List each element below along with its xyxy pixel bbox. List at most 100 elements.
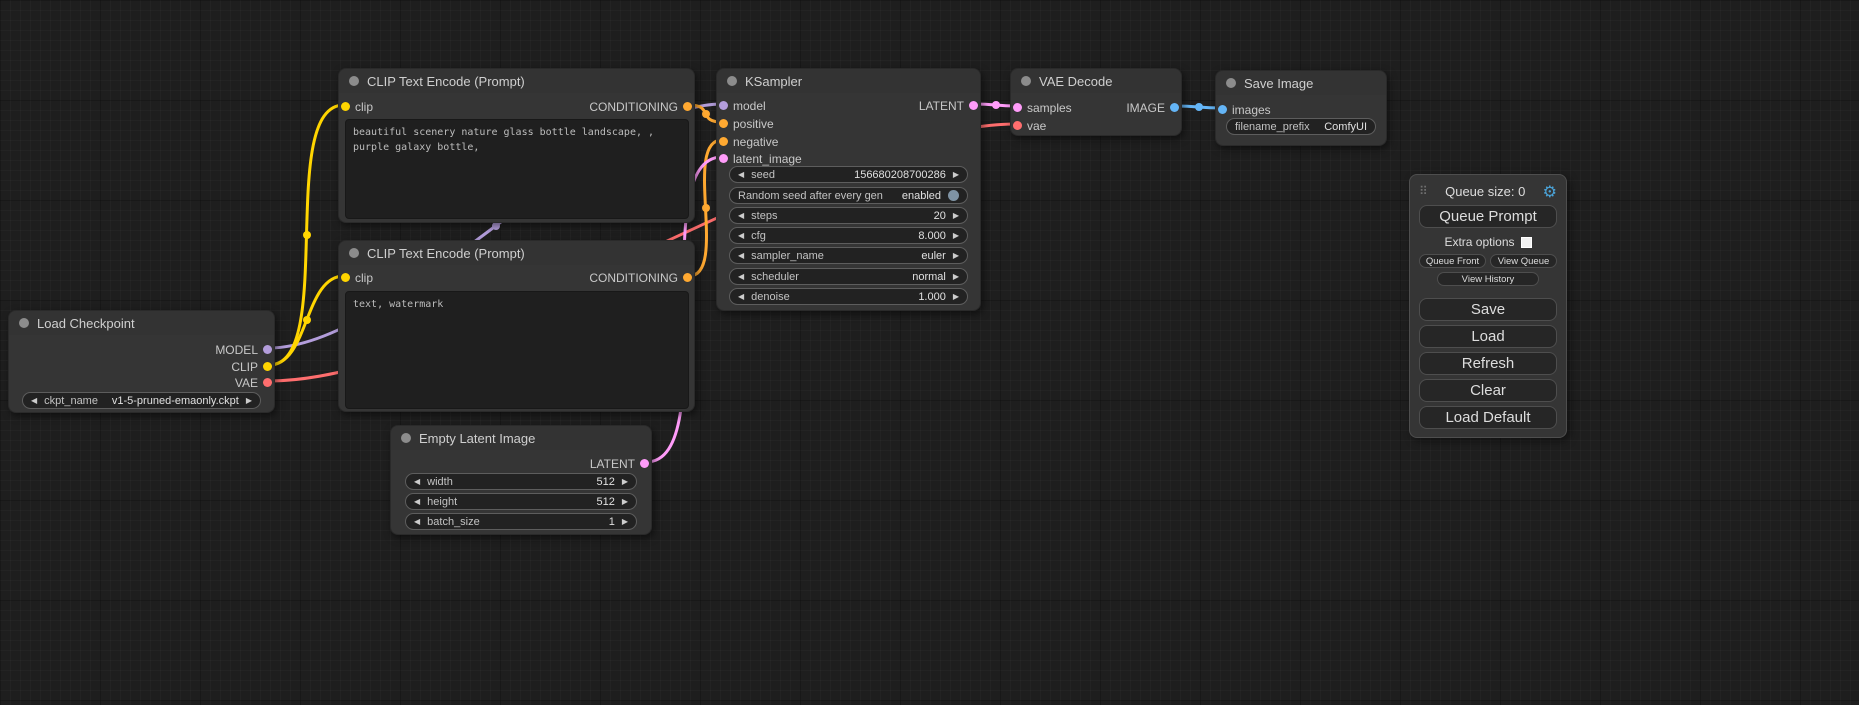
collapse-dot-icon[interactable]	[349, 248, 359, 258]
node-clip-text-encode-positive[interactable]: CLIP Text Encode (Prompt) clip CONDITION…	[338, 68, 695, 223]
node-empty-latent-image[interactable]: Empty Latent Image LATENT ◀ width 512 ▶ …	[390, 425, 652, 535]
input-slot-clip[interactable]: clip	[339, 98, 373, 115]
output-slot-conditioning[interactable]: CONDITIONING	[589, 98, 694, 115]
model-input-dot[interactable]	[719, 101, 728, 110]
node-title-bar[interactable]: Save Image	[1216, 71, 1386, 95]
collapse-dot-icon[interactable]	[727, 76, 737, 86]
input-slot-vae[interactable]: vae	[1011, 117, 1046, 134]
extra-options-checkbox[interactable]	[1521, 237, 1532, 248]
model-output-dot[interactable]	[263, 345, 272, 354]
increment-arrow-icon[interactable]: ▶	[622, 498, 628, 506]
increment-arrow-icon[interactable]: ▶	[622, 478, 628, 486]
node-title-bar[interactable]: KSampler	[717, 69, 980, 93]
decrement-arrow-icon[interactable]: ◀	[738, 252, 744, 260]
vae-input-dot[interactable]	[1013, 121, 1022, 130]
latent-output-dot[interactable]	[969, 101, 978, 110]
input-slot-samples[interactable]: samples	[1011, 99, 1072, 116]
decrement-arrow-icon[interactable]: ◀	[414, 518, 420, 526]
image-output-dot[interactable]	[1170, 103, 1179, 112]
node-title-bar[interactable]: Empty Latent Image	[391, 426, 651, 450]
input-slot-latent-image[interactable]: latent_image	[717, 150, 802, 167]
decrement-arrow-icon[interactable]: ◀	[738, 232, 744, 240]
decrement-arrow-icon[interactable]: ◀	[414, 478, 420, 486]
output-slot-latent[interactable]: LATENT	[590, 455, 651, 472]
view-queue-button[interactable]: View Queue	[1490, 254, 1557, 268]
image-input-dot[interactable]	[1218, 105, 1227, 114]
scheduler-widget[interactable]: ◀ scheduler normal ▶	[729, 268, 968, 285]
output-slot-conditioning[interactable]: CONDITIONING	[589, 269, 694, 286]
node-clip-text-encode-negative[interactable]: CLIP Text Encode (Prompt) clip CONDITION…	[338, 240, 695, 412]
latent-input-dot[interactable]	[719, 154, 728, 163]
collapse-dot-icon[interactable]	[349, 76, 359, 86]
input-slot-model[interactable]: model	[717, 97, 766, 114]
batch-size-widget[interactable]: ◀ batch_size 1 ▶	[405, 513, 637, 530]
node-title-bar[interactable]: CLIP Text Encode (Prompt)	[339, 241, 694, 265]
input-slot-images[interactable]: images	[1216, 101, 1271, 118]
increment-arrow-icon[interactable]: ▶	[953, 212, 959, 220]
node-title-bar[interactable]: VAE Decode	[1011, 69, 1181, 93]
ckpt-name-widget[interactable]: ◀ ckpt_name v1-5-pruned-emaonly.ckpt ▶	[22, 392, 261, 409]
filename-prefix-widget[interactable]: filename_prefix ComfyUI	[1226, 118, 1376, 135]
seed-widget[interactable]: ◀ seed 156680208700286 ▶	[729, 166, 968, 183]
increment-arrow-icon[interactable]: ▶	[953, 293, 959, 301]
width-widget[interactable]: ◀ width 512 ▶	[405, 473, 637, 490]
input-slot-positive[interactable]: positive	[717, 115, 774, 132]
view-history-button[interactable]: View History	[1437, 272, 1539, 286]
output-slot-latent[interactable]: LATENT	[919, 97, 980, 114]
increment-arrow-icon[interactable]: ▶	[953, 273, 959, 281]
node-vae-decode[interactable]: VAE Decode samples IMAGE vae	[1010, 68, 1182, 136]
height-widget[interactable]: ◀ height 512 ▶	[405, 493, 637, 510]
clear-button[interactable]: Clear	[1419, 379, 1557, 402]
conditioning-input-dot[interactable]	[719, 137, 728, 146]
decrement-arrow-icon[interactable]: ◀	[31, 397, 37, 405]
output-slot-clip[interactable]: CLIP	[231, 358, 274, 375]
conditioning-output-dot[interactable]	[683, 273, 692, 282]
negative-prompt-textarea[interactable]: text, watermark	[345, 291, 689, 409]
drag-handle-icon[interactable]: ⠿	[1419, 184, 1428, 198]
collapse-dot-icon[interactable]	[1021, 76, 1031, 86]
input-slot-clip[interactable]: clip	[339, 269, 373, 286]
queue-front-button[interactable]: Queue Front	[1419, 254, 1486, 268]
clip-input-dot[interactable]	[341, 273, 350, 282]
node-graph-canvas[interactable]: Load Checkpoint MODEL CLIP VAE ◀ ckpt_na…	[0, 0, 1859, 705]
output-slot-vae[interactable]: VAE	[235, 374, 274, 391]
cfg-widget[interactable]: ◀ cfg 8.000 ▶	[729, 227, 968, 244]
random-seed-toggle-widget[interactable]: Random seed after every gen enabled	[729, 187, 968, 204]
collapse-dot-icon[interactable]	[1226, 78, 1236, 88]
save-button[interactable]: Save	[1419, 298, 1557, 321]
latent-input-dot[interactable]	[1013, 103, 1022, 112]
denoise-widget[interactable]: ◀ denoise 1.000 ▶	[729, 288, 968, 305]
decrement-arrow-icon[interactable]: ◀	[738, 293, 744, 301]
increment-arrow-icon[interactable]: ▶	[622, 518, 628, 526]
node-load-checkpoint[interactable]: Load Checkpoint MODEL CLIP VAE ◀ ckpt_na…	[8, 310, 275, 413]
collapse-dot-icon[interactable]	[401, 433, 411, 443]
sampler-name-widget[interactable]: ◀ sampler_name euler ▶	[729, 247, 968, 264]
toggle-knob-icon[interactable]	[948, 190, 959, 201]
decrement-arrow-icon[interactable]: ◀	[414, 498, 420, 506]
vae-output-dot[interactable]	[263, 378, 272, 387]
queue-prompt-button[interactable]: Queue Prompt	[1419, 205, 1557, 228]
output-slot-model[interactable]: MODEL	[215, 341, 274, 358]
input-slot-negative[interactable]: negative	[717, 133, 778, 150]
load-default-button[interactable]: Load Default	[1419, 406, 1557, 429]
decrement-arrow-icon[interactable]: ◀	[738, 171, 744, 179]
collapse-dot-icon[interactable]	[19, 318, 29, 328]
node-title-bar[interactable]: CLIP Text Encode (Prompt)	[339, 69, 694, 93]
positive-prompt-textarea[interactable]: beautiful scenery nature glass bottle la…	[345, 119, 689, 219]
steps-widget[interactable]: ◀ steps 20 ▶	[729, 207, 968, 224]
clip-output-dot[interactable]	[263, 362, 272, 371]
latent-output-dot[interactable]	[640, 459, 649, 468]
node-ksampler[interactable]: KSampler model LATENT positive negative …	[716, 68, 981, 311]
node-title-bar[interactable]: Load Checkpoint	[9, 311, 274, 335]
increment-arrow-icon[interactable]: ▶	[953, 252, 959, 260]
decrement-arrow-icon[interactable]: ◀	[738, 273, 744, 281]
increment-arrow-icon[interactable]: ▶	[953, 171, 959, 179]
clip-input-dot[interactable]	[341, 102, 350, 111]
increment-arrow-icon[interactable]: ▶	[246, 397, 252, 405]
load-button[interactable]: Load	[1419, 325, 1557, 348]
conditioning-input-dot[interactable]	[719, 119, 728, 128]
output-slot-image[interactable]: IMAGE	[1126, 99, 1181, 116]
node-save-image[interactable]: Save Image images filename_prefix ComfyU…	[1215, 70, 1387, 146]
settings-gear-icon[interactable]: ⚙	[1543, 182, 1557, 201]
increment-arrow-icon[interactable]: ▶	[953, 232, 959, 240]
